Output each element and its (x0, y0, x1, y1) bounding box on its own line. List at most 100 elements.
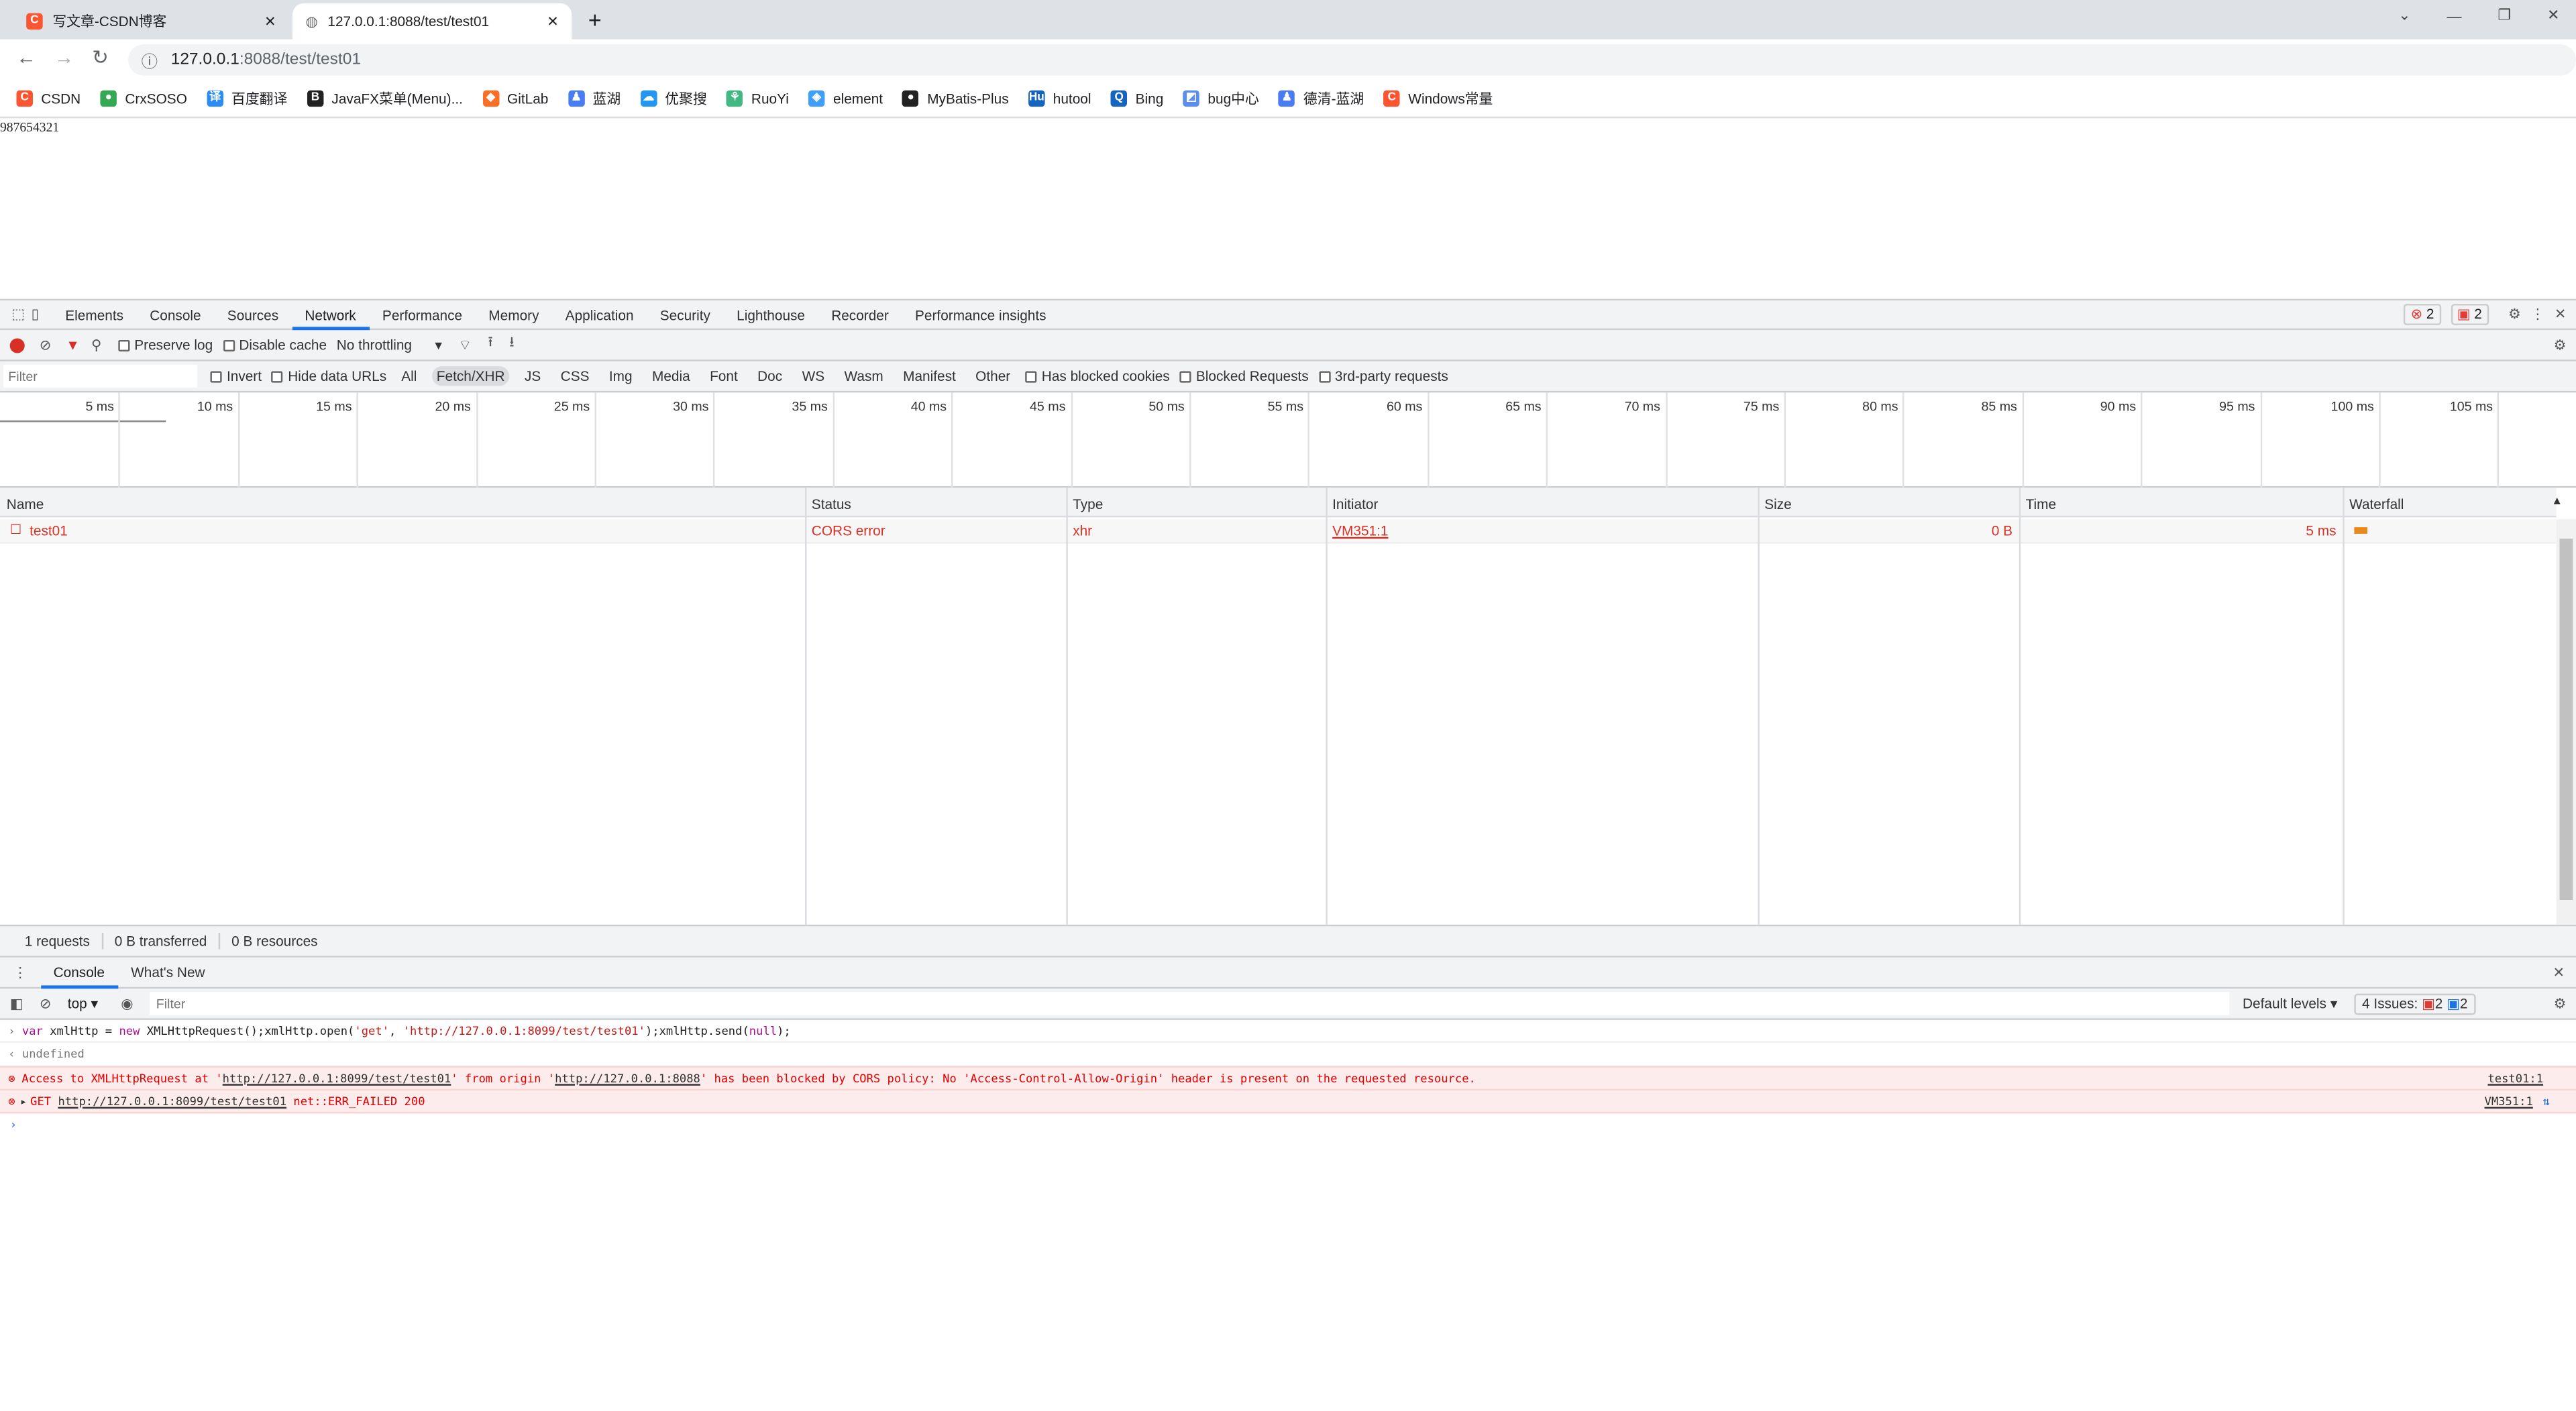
invert-checkbox[interactable]: Invert (210, 368, 262, 384)
network-conditions-icon[interactable]: ⌔ (458, 336, 472, 354)
inspect-icon[interactable]: ⬚ (11, 306, 25, 324)
bookmark-4[interactable]: ◆ GitLab (482, 89, 548, 106)
source-link[interactable]: VM351:1 (2485, 1094, 2533, 1108)
has-blocked-cookies-checkbox[interactable]: Has blocked cookies (1025, 368, 1170, 384)
close-window-button[interactable]: ✕ (2547, 7, 2559, 25)
blocked-requests-checkbox[interactable]: Blocked Requests (1179, 368, 1309, 384)
devtools-tab-console[interactable]: Console (137, 300, 215, 329)
live-expression-eye-icon[interactable]: ◉ (121, 995, 133, 1013)
browser-tab-csdn[interactable]: C 写文章-CSDN博客 ✕ (13, 3, 289, 40)
filter-type-other[interactable]: Other (971, 366, 1016, 386)
bookmark-14[interactable]: C Windows常量 (1383, 88, 1493, 107)
browser-tab-active[interactable]: ◍ 127.0.0.1:8088/test/test01 ✕ (292, 3, 572, 40)
bookmark-1[interactable]: ● CrxSOSO (100, 89, 187, 106)
console-filter-input[interactable] (149, 992, 2230, 1015)
hide-data-urls-checkbox[interactable]: Hide data URLs (271, 368, 386, 384)
filter-input[interactable] (3, 364, 197, 388)
filter-type-all[interactable]: All (396, 366, 422, 386)
bookmark-11[interactable]: Q Bing (1110, 89, 1163, 106)
export-har-icon[interactable]: ⭳ (509, 333, 514, 356)
filter-type-wasm[interactable]: Wasm (839, 366, 888, 386)
request-name[interactable]: test01 (30, 522, 68, 539)
drawer-tab-console[interactable]: Console (40, 957, 118, 989)
close-tab-icon[interactable]: ✕ (264, 12, 276, 30)
issues-badge[interactable]: ▣ 2 (2450, 304, 2489, 325)
bookmark-6[interactable]: ☁ 优聚搜 (640, 88, 707, 107)
drawer-tab-whats-new[interactable]: What's New (118, 958, 219, 987)
devtools-tab-sources[interactable]: Sources (214, 300, 292, 329)
back-icon[interactable]: ← (16, 46, 36, 69)
devtools-tab-lighthouse[interactable]: Lighthouse (724, 300, 818, 329)
sidebar-toggle-icon[interactable]: ◧ (10, 995, 23, 1013)
forward-icon[interactable]: → (54, 46, 74, 69)
clear-console-icon[interactable]: ⊘ (40, 995, 51, 1013)
devtools-tab-security[interactable]: Security (647, 300, 723, 329)
request-url-link[interactable]: http://127.0.0.1:8099/test/test01 (58, 1094, 286, 1108)
network-request-icon[interactable]: ⇅ (2543, 1094, 2550, 1108)
minimize-button[interactable]: — (2447, 7, 2461, 23)
issues-button[interactable]: 4 Issues: ▣2 ▣2 (2353, 993, 2476, 1015)
close-tab-icon[interactable]: ✕ (547, 12, 558, 30)
origin-link[interactable]: http://127.0.0.1:8088 (555, 1072, 700, 1085)
disable-cache-checkbox[interactable]: Disable cache (222, 337, 327, 353)
filter-type-fetch-xhr[interactable]: Fetch/XHR (431, 366, 510, 386)
filter-type-css[interactable]: CSS (555, 366, 594, 386)
clear-icon[interactable]: ⊘ (40, 336, 51, 354)
network-settings-icon[interactable]: ⚙ (2554, 336, 2567, 354)
devtools-tab-memory[interactable]: Memory (476, 300, 552, 329)
bookmark-10[interactable]: Hu hutool (1028, 89, 1091, 106)
bookmark-3[interactable]: B JavaFX菜单(Menu)... (307, 88, 463, 107)
bookmark-0[interactable]: C CSDN (16, 89, 80, 106)
console-settings-icon[interactable]: ⚙ (2554, 995, 2567, 1013)
errors-badge[interactable]: ⊗ 2 (2404, 304, 2441, 325)
filter-type-js[interactable]: JS (520, 366, 546, 386)
column-header-time[interactable]: Time (2026, 496, 2056, 512)
devtools-tab-application[interactable]: Application (552, 300, 647, 329)
filter-type-font[interactable]: Font (705, 366, 743, 386)
more-options-icon[interactable]: ⋮ (2530, 306, 2544, 324)
bookmark-9[interactable]: ● MyBatis-Plus (902, 89, 1009, 106)
scrollbar[interactable] (2556, 518, 2576, 925)
column-header-type[interactable]: Type (1073, 496, 1103, 512)
tab-search-icon[interactable]: ⌄ (2398, 7, 2410, 25)
table-row[interactable]: ☐ test01 CORS error xhr VM351:1 0 B 5 ms (0, 518, 2557, 544)
close-drawer-icon[interactable]: ✕ (2553, 963, 2564, 981)
context-select[interactable]: top ▾ (68, 995, 98, 1013)
blocked-url-link[interactable]: http://127.0.0.1:8099/test/test01 (223, 1072, 451, 1085)
filter-icon[interactable]: ▼ (66, 337, 80, 353)
address-bar[interactable]: ⓘ 127.0.0.1:8088/test/test01 (128, 44, 2576, 76)
bookmark-8[interactable]: ◈ element (808, 89, 883, 106)
column-header-initiator[interactable]: Initiator (1332, 496, 1378, 512)
bookmark-13[interactable]: ♟ 德清-蓝湖 (1279, 88, 1364, 107)
devtools-tab-recorder[interactable]: Recorder (818, 300, 902, 329)
devtools-tab-performance[interactable]: Performance (369, 300, 475, 329)
devtools-tab-elements[interactable]: Elements (52, 300, 137, 329)
column-header-status[interactable]: Status (812, 496, 851, 512)
record-button[interactable] (9, 337, 25, 353)
search-icon[interactable]: ⚲ (91, 336, 101, 354)
throttling-select[interactable]: No throttling ▾ (337, 336, 442, 354)
device-toolbar-icon[interactable]: ▯ (32, 306, 39, 324)
timeline-selection[interactable] (0, 420, 166, 422)
close-devtools-icon[interactable]: ✕ (2555, 306, 2566, 324)
restore-button[interactable]: ❐ (2498, 7, 2511, 25)
bookmark-12[interactable]: ◩ bug中心 (1183, 88, 1259, 107)
third-party-checkbox[interactable]: 3rd-party requests (1318, 368, 1448, 384)
request-initiator[interactable]: VM351:1 (1332, 522, 1388, 539)
console-prompt[interactable]: › (0, 1113, 2576, 1132)
drawer-menu-icon[interactable]: ⋮ (13, 963, 28, 981)
column-header-size[interactable]: Size (1764, 496, 1792, 512)
bookmark-5[interactable]: ♟ 蓝湖 (568, 88, 621, 107)
preserve-log-checkbox[interactable]: Preserve log (117, 337, 213, 353)
import-har-icon[interactable]: ⭱ (488, 333, 492, 356)
new-tab-button[interactable]: + (588, 7, 602, 33)
expand-triangle-icon[interactable]: ▸ (20, 1094, 27, 1108)
filter-type-manifest[interactable]: Manifest (898, 366, 961, 386)
settings-icon[interactable]: ⚙ (2508, 306, 2521, 324)
filter-type-ws[interactable]: WS (797, 366, 829, 386)
console-error-get[interactable]: ⊗ ▸ GET http://127.0.0.1:8099/test/test0… (0, 1088, 2576, 1114)
devtools-tab-performance-insights[interactable]: Performance insights (902, 300, 1059, 329)
source-link[interactable]: test01:1 (2487, 1072, 2543, 1085)
bookmark-7[interactable]: ⚘ RuoYi (727, 89, 789, 106)
devtools-tab-network[interactable]: Network (291, 300, 370, 330)
